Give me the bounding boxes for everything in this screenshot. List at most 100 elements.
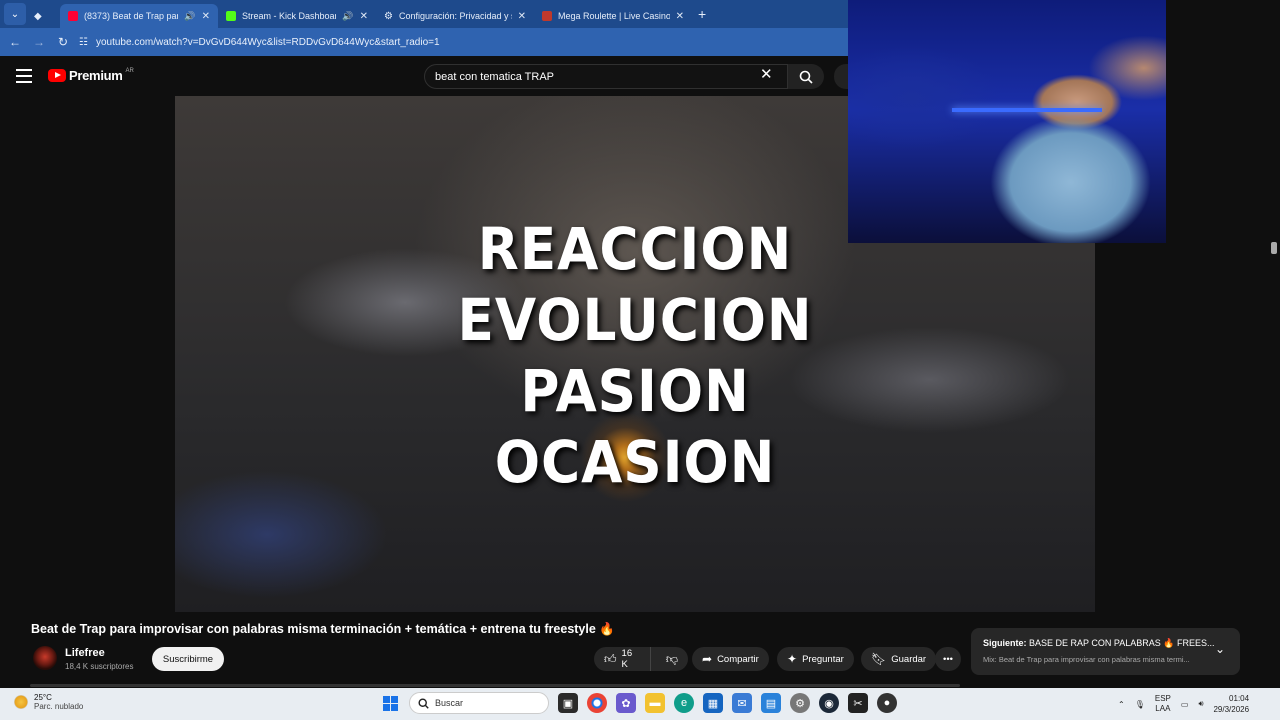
pinned-tab[interactable]: ◆ bbox=[26, 4, 60, 28]
thumbs-down-icon: 👎︎ bbox=[665, 651, 678, 666]
tab-youtube[interactable]: (8373) Beat de Trap para im 🔊 ✕ bbox=[60, 4, 218, 28]
video-overlay-text: REACCION EVOLUCION PASION OCASION bbox=[175, 214, 1095, 498]
dislike-button[interactable]: 👎︎ bbox=[656, 652, 688, 667]
tab-title: Stream - Kick Dashboard bbox=[242, 11, 337, 21]
back-arrow-icon[interactable]: ← bbox=[3, 35, 27, 49]
page-background-right bbox=[1166, 0, 1280, 243]
taskbar-search-placeholder: Buscar bbox=[435, 698, 464, 708]
tab-settings[interactable]: ⚙ Configuración: Privacidad y seg ✕ bbox=[376, 4, 534, 28]
search-query-text: beat con tematica TRAP bbox=[435, 70, 555, 83]
share-button[interactable]: ➦ Compartir bbox=[692, 647, 769, 671]
site-info-icon[interactable]: ☷ bbox=[79, 37, 88, 48]
forward-arrow-icon[interactable]: → bbox=[27, 35, 51, 49]
up-next-prefix: Siguiente: bbox=[983, 638, 1027, 648]
task-view-icon[interactable]: ▣ bbox=[558, 693, 578, 713]
youtube-header: Premium AR beat con tematica TRAP ✕ bbox=[0, 56, 848, 96]
tab-title: Mega Roulette | Live Casino Ga bbox=[558, 11, 670, 21]
voice-search-button[interactable] bbox=[834, 64, 848, 89]
close-tab-icon[interactable]: ✕ bbox=[518, 11, 526, 22]
youtube-favicon-icon bbox=[68, 11, 78, 21]
scrollbar-thumb[interactable] bbox=[1271, 242, 1277, 254]
tab-casino[interactable]: Mega Roulette | Live Casino Ga ✕ bbox=[534, 4, 692, 28]
photos-icon[interactable]: ▤ bbox=[761, 693, 781, 713]
more-actions-button[interactable]: ••• bbox=[935, 647, 961, 671]
channel-name[interactable]: Lifefree bbox=[65, 647, 105, 659]
bookmark-icon: 🔖︎ bbox=[871, 652, 887, 666]
tab-title: Configuración: Privacidad y seg bbox=[398, 11, 512, 21]
menu-icon[interactable] bbox=[16, 69, 32, 83]
reload-icon[interactable]: ↻ bbox=[51, 35, 75, 49]
youtube-play-icon bbox=[48, 69, 66, 82]
display-icon[interactable]: ▭ bbox=[1181, 700, 1189, 709]
search-icon bbox=[418, 697, 429, 709]
taskbar-apps: Buscar ▣ ✿ ▬ e ▦ ✉ ▤ ⚙ ◉ ✂ ● bbox=[380, 692, 897, 714]
sparkle-icon: ✦ bbox=[787, 652, 798, 666]
clear-search-icon[interactable]: ✕ bbox=[760, 65, 773, 83]
language-indicator[interactable]: ESP LAA bbox=[1155, 694, 1171, 714]
edge-icon[interactable]: e bbox=[674, 693, 694, 713]
steam-icon[interactable]: ◉ bbox=[819, 693, 839, 713]
settings-gear-icon[interactable]: ⚙ bbox=[790, 693, 810, 713]
copilot-icon[interactable]: ✿ bbox=[616, 693, 636, 713]
chrome-icon[interactable] bbox=[587, 693, 607, 713]
new-tab-icon[interactable]: + bbox=[698, 6, 706, 22]
obs-icon[interactable]: ● bbox=[877, 693, 897, 713]
thumbs-up-icon: 👍︎ bbox=[604, 651, 617, 666]
windows-taskbar: 25°C Parc. nublado Buscar ▣ ✿ ▬ e ▦ ✉ ▤ … bbox=[0, 688, 1280, 720]
like-count: 16 K bbox=[621, 648, 633, 670]
search-input[interactable]: beat con tematica TRAP bbox=[424, 64, 788, 89]
subscribe-button[interactable]: Suscribirme bbox=[152, 647, 224, 671]
more-dots-icon: ••• bbox=[943, 653, 953, 665]
chevron-down-icon[interactable]: ⌄ bbox=[1215, 642, 1225, 656]
search-icon bbox=[799, 70, 813, 84]
up-next-title: BASE DE RAP CON PALABRAS 🔥 FREES... bbox=[1029, 638, 1215, 648]
like-dislike-group: 👍︎ 16 K 👎︎ bbox=[594, 647, 688, 671]
up-next-title-line: Siguiente: BASE DE RAP CON PALABRAS 🔥 FR… bbox=[983, 638, 1214, 649]
windows-start-icon[interactable] bbox=[380, 693, 400, 713]
up-next-card[interactable]: Siguiente: BASE DE RAP CON PALABRAS 🔥 FR… bbox=[971, 628, 1240, 675]
chevron-up-icon[interactable]: ⌃ bbox=[1118, 700, 1125, 709]
system-tray: ⌃ 🎙︎ ESP LAA ▭ 🔊︎ 01:04 29/3/2026 bbox=[1118, 693, 1249, 715]
url-field[interactable]: ☷ youtube.com/watch?v=DvGvD644Wyc&list=R… bbox=[79, 37, 440, 48]
close-tab-icon[interactable]: ✕ bbox=[676, 11, 684, 22]
clock[interactable]: 01:04 29/3/2026 bbox=[1213, 693, 1249, 715]
volume-icon[interactable]: 🔊︎ bbox=[1198, 699, 1203, 709]
speaker-icon[interactable]: 🔊 bbox=[184, 11, 195, 22]
temperature: 25°C bbox=[34, 693, 52, 702]
casino-favicon-icon bbox=[542, 11, 552, 21]
microphone-icon[interactable]: 🎙︎ bbox=[1135, 700, 1145, 709]
close-tab-icon[interactable]: ✕ bbox=[360, 11, 368, 22]
speaker-icon[interactable]: 🔊 bbox=[342, 11, 353, 22]
file-explorer-icon[interactable]: ▬ bbox=[645, 693, 665, 713]
tab-search-button[interactable]: ⌄ bbox=[4, 3, 26, 25]
ask-button[interactable]: ✦ Preguntar bbox=[777, 647, 854, 671]
comments-divider bbox=[30, 684, 960, 687]
language-code: ESP bbox=[1154, 694, 1171, 703]
channel-avatar[interactable] bbox=[33, 646, 57, 670]
tab-title: (8373) Beat de Trap para im bbox=[84, 11, 178, 21]
country-code: AR bbox=[125, 67, 134, 74]
close-tab-icon[interactable]: ✕ bbox=[202, 11, 210, 22]
save-button[interactable]: 🔖︎ Guardar bbox=[861, 647, 937, 671]
capcut-icon[interactable]: ✂ bbox=[848, 693, 868, 713]
led-strip bbox=[952, 108, 1102, 112]
search-button[interactable] bbox=[788, 64, 824, 89]
subscriber-count: 18,4 K suscriptores bbox=[65, 662, 134, 671]
overlay-word: PASION bbox=[520, 357, 750, 425]
tab-kick[interactable]: Stream - Kick Dashboard 🔊 ✕ bbox=[218, 4, 376, 28]
like-button[interactable]: 👍︎ 16 K bbox=[594, 647, 651, 671]
clock-date: 29/3/2026 bbox=[1213, 705, 1250, 714]
up-next-subtitle: Mix: Beat de Trap para improvisar con pa… bbox=[983, 655, 1190, 664]
url-text: youtube.com/watch?v=DvGvD644Wyc&list=RDD… bbox=[95, 36, 440, 48]
overlay-word: OCASION bbox=[494, 428, 776, 496]
outlook-icon[interactable]: ✉ bbox=[732, 693, 752, 713]
share-icon: ➦ bbox=[702, 652, 713, 666]
share-label: Compartir bbox=[717, 653, 759, 665]
weather-widget[interactable]: 25°C Parc. nublado bbox=[14, 693, 83, 711]
store-icon[interactable]: ▦ bbox=[703, 693, 723, 713]
youtube-premium-logo[interactable]: Premium AR bbox=[48, 68, 134, 83]
video-title: Beat de Trap para improvisar con palabra… bbox=[31, 622, 615, 636]
taskbar-search[interactable]: Buscar bbox=[409, 692, 549, 714]
pinned-tab-icon: ◆ bbox=[34, 10, 42, 22]
clock-time: 01:04 bbox=[1229, 694, 1250, 703]
